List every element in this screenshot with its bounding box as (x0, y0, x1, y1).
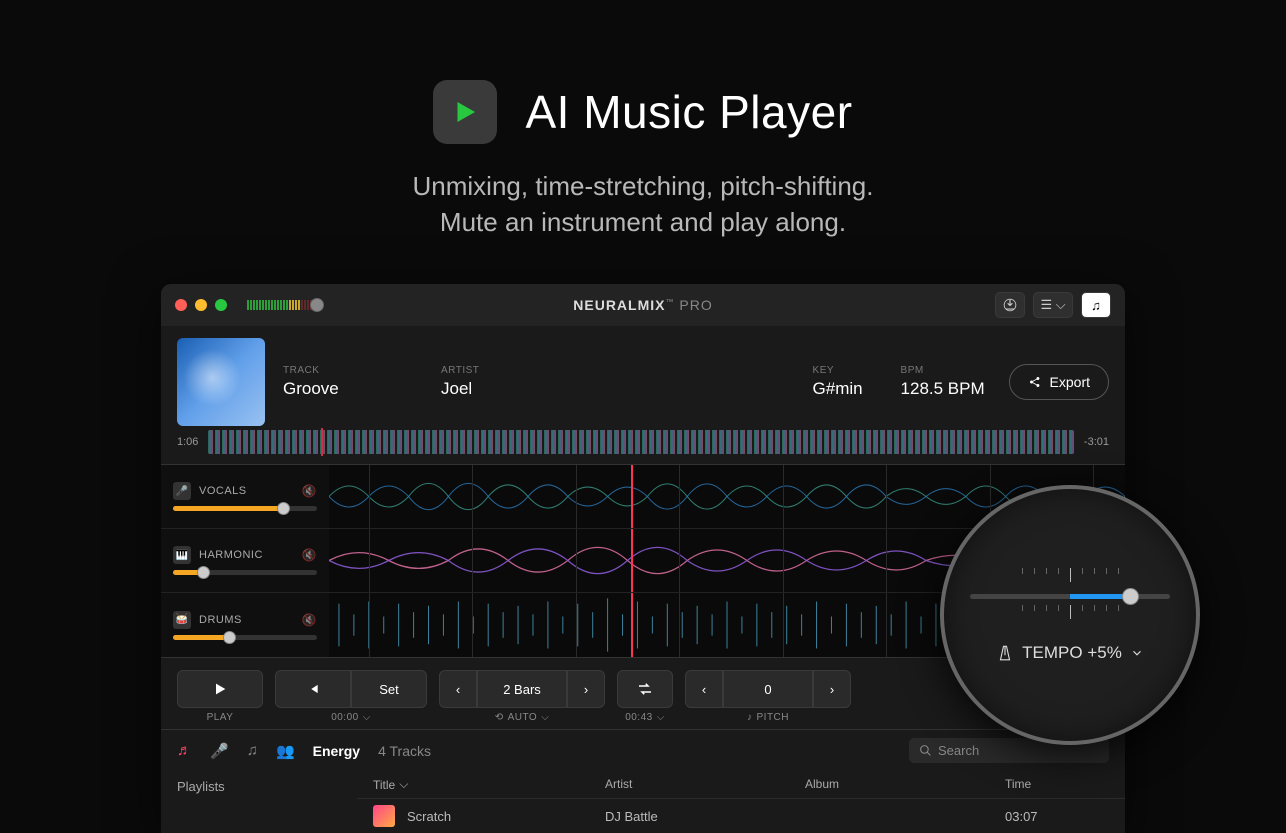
bpm-value: 128.5 BPM (901, 379, 991, 399)
skip-back-icon (306, 682, 320, 696)
bars-prev-button[interactable]: ‹ (439, 670, 477, 708)
playlist-title: Energy (313, 743, 360, 759)
time-elapsed: 1:06 (177, 436, 198, 448)
download-icon (1003, 298, 1017, 312)
track-label: TRACK (283, 365, 423, 376)
vocals-icon: 🎤 (173, 482, 191, 500)
mute-button[interactable]: 🔇 (302, 484, 317, 498)
col-artist[interactable]: Artist (605, 777, 805, 792)
tempo-ticks-bottom (1022, 605, 1119, 619)
pitch-up-button[interactable]: › (813, 670, 851, 708)
playlist-tab[interactable]: ♬ (177, 742, 192, 759)
overview-waveform[interactable] (208, 430, 1074, 454)
playhead[interactable] (631, 529, 633, 592)
menu-button[interactable]: ☰ ⌵ (1033, 292, 1073, 318)
col-time[interactable]: Time (1005, 777, 1085, 792)
tempo-slider[interactable] (970, 594, 1170, 599)
people-tab[interactable]: 👥 (276, 742, 295, 760)
hero: AI Music Player Unmixing, time-stretchin… (0, 0, 1286, 241)
track-name: Groove (283, 379, 423, 399)
metronome-icon (996, 644, 1014, 662)
tempo-label-row[interactable]: TEMPO +5% (996, 643, 1144, 663)
set-cue-button[interactable]: Set (351, 670, 427, 708)
chevron-down-icon (1130, 646, 1144, 660)
master-volume-knob[interactable] (310, 298, 324, 312)
playhead[interactable] (631, 593, 633, 657)
export-button[interactable]: Export (1009, 364, 1109, 400)
mute-button[interactable]: 🔇 (302, 548, 317, 562)
titlebar: NEURALMIX™ PRO ☰ ⌵ ♫ (161, 284, 1125, 326)
key-label: KEY (813, 365, 883, 376)
tempo-magnifier: TEMPO +5% (940, 485, 1200, 745)
loop-button[interactable] (617, 670, 673, 708)
key-value: G#min (813, 379, 883, 399)
vu-meter[interactable] (247, 300, 318, 310)
track-artwork-icon (373, 805, 395, 827)
bars-display[interactable]: 2 Bars (477, 670, 567, 708)
auto-label[interactable]: AUTO (508, 712, 538, 723)
hero-subtitle: Unmixing, time-stretching, pitch-shiftin… (0, 168, 1286, 241)
app-icon (433, 80, 497, 144)
loop-time: 00:43 (625, 712, 653, 723)
music-library-button[interactable]: ♫ (1081, 292, 1111, 318)
mic-tab[interactable]: 🎤 (210, 742, 229, 760)
col-title[interactable]: Title ⌵ (373, 777, 605, 792)
maximize-button[interactable] (215, 299, 227, 311)
vocals-volume-slider[interactable] (173, 506, 317, 511)
pitch-label: PITCH (757, 712, 790, 723)
drums-volume-slider[interactable] (173, 635, 317, 640)
overview-timeline: 1:06 -3:01 (161, 430, 1125, 464)
stem-label: VOCALS (199, 485, 247, 497)
playlist-count: 4 Tracks (378, 743, 431, 759)
play-label: PLAY (207, 712, 234, 723)
sidebar-playlists[interactable]: Playlists (161, 771, 357, 833)
download-button[interactable] (995, 292, 1025, 318)
minimize-button[interactable] (195, 299, 207, 311)
artist-label: ARTIST (441, 365, 581, 376)
time-remaining: -3:01 (1084, 436, 1109, 448)
pitch-down-button[interactable]: ‹ (685, 670, 723, 708)
close-button[interactable] (175, 299, 187, 311)
play-icon (212, 681, 228, 697)
cue-time: 00:00 (331, 712, 359, 723)
harmonic-volume-slider[interactable] (173, 570, 317, 575)
play-icon (450, 97, 480, 127)
drums-icon: 🥁 (173, 611, 191, 629)
tempo-value: TEMPO +5% (1022, 643, 1122, 663)
stem-label: HARMONIC (199, 549, 263, 561)
harmonic-icon: 🎹 (173, 546, 191, 564)
playhead[interactable] (631, 465, 633, 528)
track-info: TRACK Groove ARTIST Joel KEY G#min BPM 1… (161, 326, 1125, 430)
track-row[interactable]: Scratch DJ Battle 03:07 (357, 799, 1125, 833)
bars-next-button[interactable]: › (567, 670, 605, 708)
loop-icon (636, 680, 654, 698)
search-icon (919, 744, 932, 757)
col-album[interactable]: Album (805, 777, 1005, 792)
app-title: NEURALMIX™ PRO (573, 297, 712, 313)
tempo-ticks-top (1022, 568, 1119, 582)
tempo-thumb[interactable] (1122, 588, 1139, 605)
pitch-display[interactable]: 0 (723, 670, 813, 708)
bpm-label: BPM (901, 365, 991, 376)
browser: ♬ 🎤 ♫ 👥 Energy 4 Tracks Search Playlists… (161, 729, 1125, 833)
stem-label: DRUMS (199, 614, 242, 626)
mute-button[interactable]: 🔇 (302, 613, 317, 627)
share-icon (1028, 375, 1042, 389)
hero-title: AI Music Player (525, 85, 852, 139)
column-headers: Title ⌵ Artist Album Time (357, 771, 1125, 799)
traffic-lights (175, 299, 227, 311)
cue-button[interactable] (275, 670, 351, 708)
music-tab[interactable]: ♫ (247, 742, 258, 759)
play-button[interactable] (177, 670, 263, 708)
artist-name: Joel (441, 379, 581, 399)
album-artwork[interactable] (177, 338, 265, 426)
